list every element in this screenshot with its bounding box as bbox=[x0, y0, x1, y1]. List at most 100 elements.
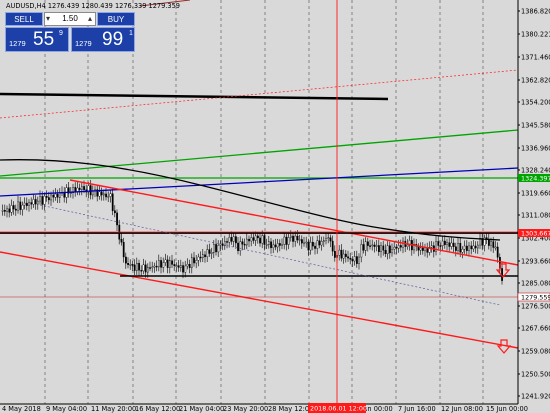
candle-body bbox=[261, 235, 264, 244]
candle-body bbox=[100, 191, 103, 196]
candle-body bbox=[496, 246, 499, 258]
candle-body bbox=[367, 241, 369, 246]
candle-body bbox=[245, 238, 248, 246]
candle-body bbox=[459, 243, 462, 253]
candle-body bbox=[151, 266, 154, 269]
candle-body bbox=[142, 264, 145, 272]
candle-body bbox=[52, 194, 55, 198]
candle-body bbox=[45, 195, 48, 198]
candle-body bbox=[168, 260, 171, 268]
candle-body bbox=[292, 235, 294, 242]
candle-body bbox=[492, 241, 495, 248]
candle-body bbox=[3, 209, 6, 212]
candle-body bbox=[360, 244, 363, 258]
candle-body bbox=[182, 265, 184, 273]
buy-price-box[interactable]: 1279 99 1 bbox=[71, 27, 135, 52]
candle-body bbox=[430, 245, 433, 248]
price-axis-label: 1276.500 bbox=[521, 303, 550, 311]
buy-button[interactable]: BUY bbox=[97, 12, 135, 26]
candle-body bbox=[23, 202, 26, 206]
sell-price-prefix: 1279 bbox=[9, 39, 26, 48]
sell-price-box[interactable]: 1279 55 9 bbox=[5, 27, 69, 52]
candle-body bbox=[193, 257, 195, 264]
time-axis-label: 16 May 12:00 bbox=[135, 405, 180, 413]
candle-body bbox=[488, 238, 490, 246]
price-axis-label: 1371.460 bbox=[521, 54, 550, 62]
candle-body bbox=[287, 237, 290, 245]
candle-body bbox=[323, 240, 325, 242]
lot-decrease-icon[interactable]: ▾ bbox=[46, 13, 54, 25]
candle-body bbox=[10, 205, 13, 213]
price-axis-label: 1293.660 bbox=[521, 258, 550, 266]
lot-value[interactable]: 1.50 bbox=[55, 13, 85, 25]
candle-body bbox=[290, 235, 292, 238]
candle-body bbox=[472, 245, 475, 250]
candle-body bbox=[28, 202, 30, 206]
time-axis-label: 15 Jun 00:00 bbox=[486, 405, 528, 413]
red-price-tag-text: 1303.667 bbox=[521, 230, 550, 238]
candle-body bbox=[173, 264, 176, 266]
candle-body bbox=[347, 256, 349, 259]
candle-body bbox=[140, 270, 143, 272]
candle-body bbox=[105, 193, 108, 198]
candle-body bbox=[342, 253, 345, 259]
candle-body bbox=[232, 236, 235, 242]
sell-button[interactable]: SELL bbox=[5, 12, 43, 26]
candle-body bbox=[116, 212, 119, 226]
time-axis-label: 4 May 2018 bbox=[2, 405, 41, 413]
price-axis-label: 1336.960 bbox=[521, 145, 550, 153]
candle-body bbox=[281, 244, 283, 246]
candle-body bbox=[353, 256, 356, 262]
candle-body bbox=[477, 244, 479, 249]
sell-price-main: 55 bbox=[33, 29, 55, 50]
green-price-tag: 1324.397 bbox=[518, 174, 550, 183]
candle-body bbox=[468, 245, 470, 251]
candle-body bbox=[129, 264, 132, 266]
lot-size-input[interactable]: ▾ 1.50 ▴ bbox=[44, 12, 96, 26]
current-price-tag: 1279.559 bbox=[517, 292, 550, 302]
candle-body bbox=[69, 192, 72, 194]
time-axis-label: 23 May 20:00 bbox=[223, 405, 268, 413]
candle-body bbox=[109, 193, 112, 197]
candle-body bbox=[276, 243, 279, 248]
candle-body bbox=[153, 265, 156, 268]
candle-body bbox=[30, 202, 33, 205]
candle-body bbox=[206, 249, 209, 258]
candle-body bbox=[188, 264, 191, 268]
candle-body bbox=[56, 193, 59, 198]
candle-body bbox=[6, 208, 9, 212]
candle-body bbox=[490, 241, 492, 246]
candle-body bbox=[274, 244, 277, 248]
candle-body bbox=[241, 241, 244, 245]
price-chart[interactable]: 1386.820 1380.221 1371.460 1362.820 1354.200… bbox=[0, 0, 550, 413]
candle-body bbox=[107, 196, 110, 198]
candle-body bbox=[298, 239, 301, 241]
candle-body bbox=[221, 243, 224, 246]
candle-body bbox=[19, 201, 22, 210]
candle-body bbox=[204, 254, 206, 258]
time-highlight-tag: 2018.06.01 12:00 bbox=[308, 403, 367, 413]
candle-body bbox=[389, 245, 391, 254]
candle-body bbox=[177, 265, 180, 268]
time-axis-label: 7 Jun 16:00 bbox=[398, 405, 436, 413]
candle-body bbox=[444, 240, 446, 245]
time-axis-label: 28 May 12:00 bbox=[268, 405, 313, 413]
candle-body bbox=[446, 242, 448, 245]
candle-body bbox=[494, 246, 497, 249]
candle-body bbox=[422, 247, 424, 251]
candle-body bbox=[48, 197, 50, 201]
candle-body bbox=[160, 260, 162, 268]
candle-body bbox=[17, 201, 19, 211]
candle-body bbox=[91, 190, 94, 196]
candle-body bbox=[122, 241, 125, 258]
candle-body bbox=[113, 210, 116, 214]
candle-body bbox=[340, 249, 343, 259]
candle-body bbox=[463, 245, 466, 250]
candle-body bbox=[111, 193, 114, 211]
candle-body bbox=[406, 244, 409, 247]
candle-body bbox=[331, 240, 334, 252]
lot-increase-icon[interactable]: ▴ bbox=[86, 13, 94, 25]
candle-body bbox=[334, 251, 336, 258]
candle-body bbox=[474, 245, 477, 249]
candle-body bbox=[303, 242, 305, 245]
